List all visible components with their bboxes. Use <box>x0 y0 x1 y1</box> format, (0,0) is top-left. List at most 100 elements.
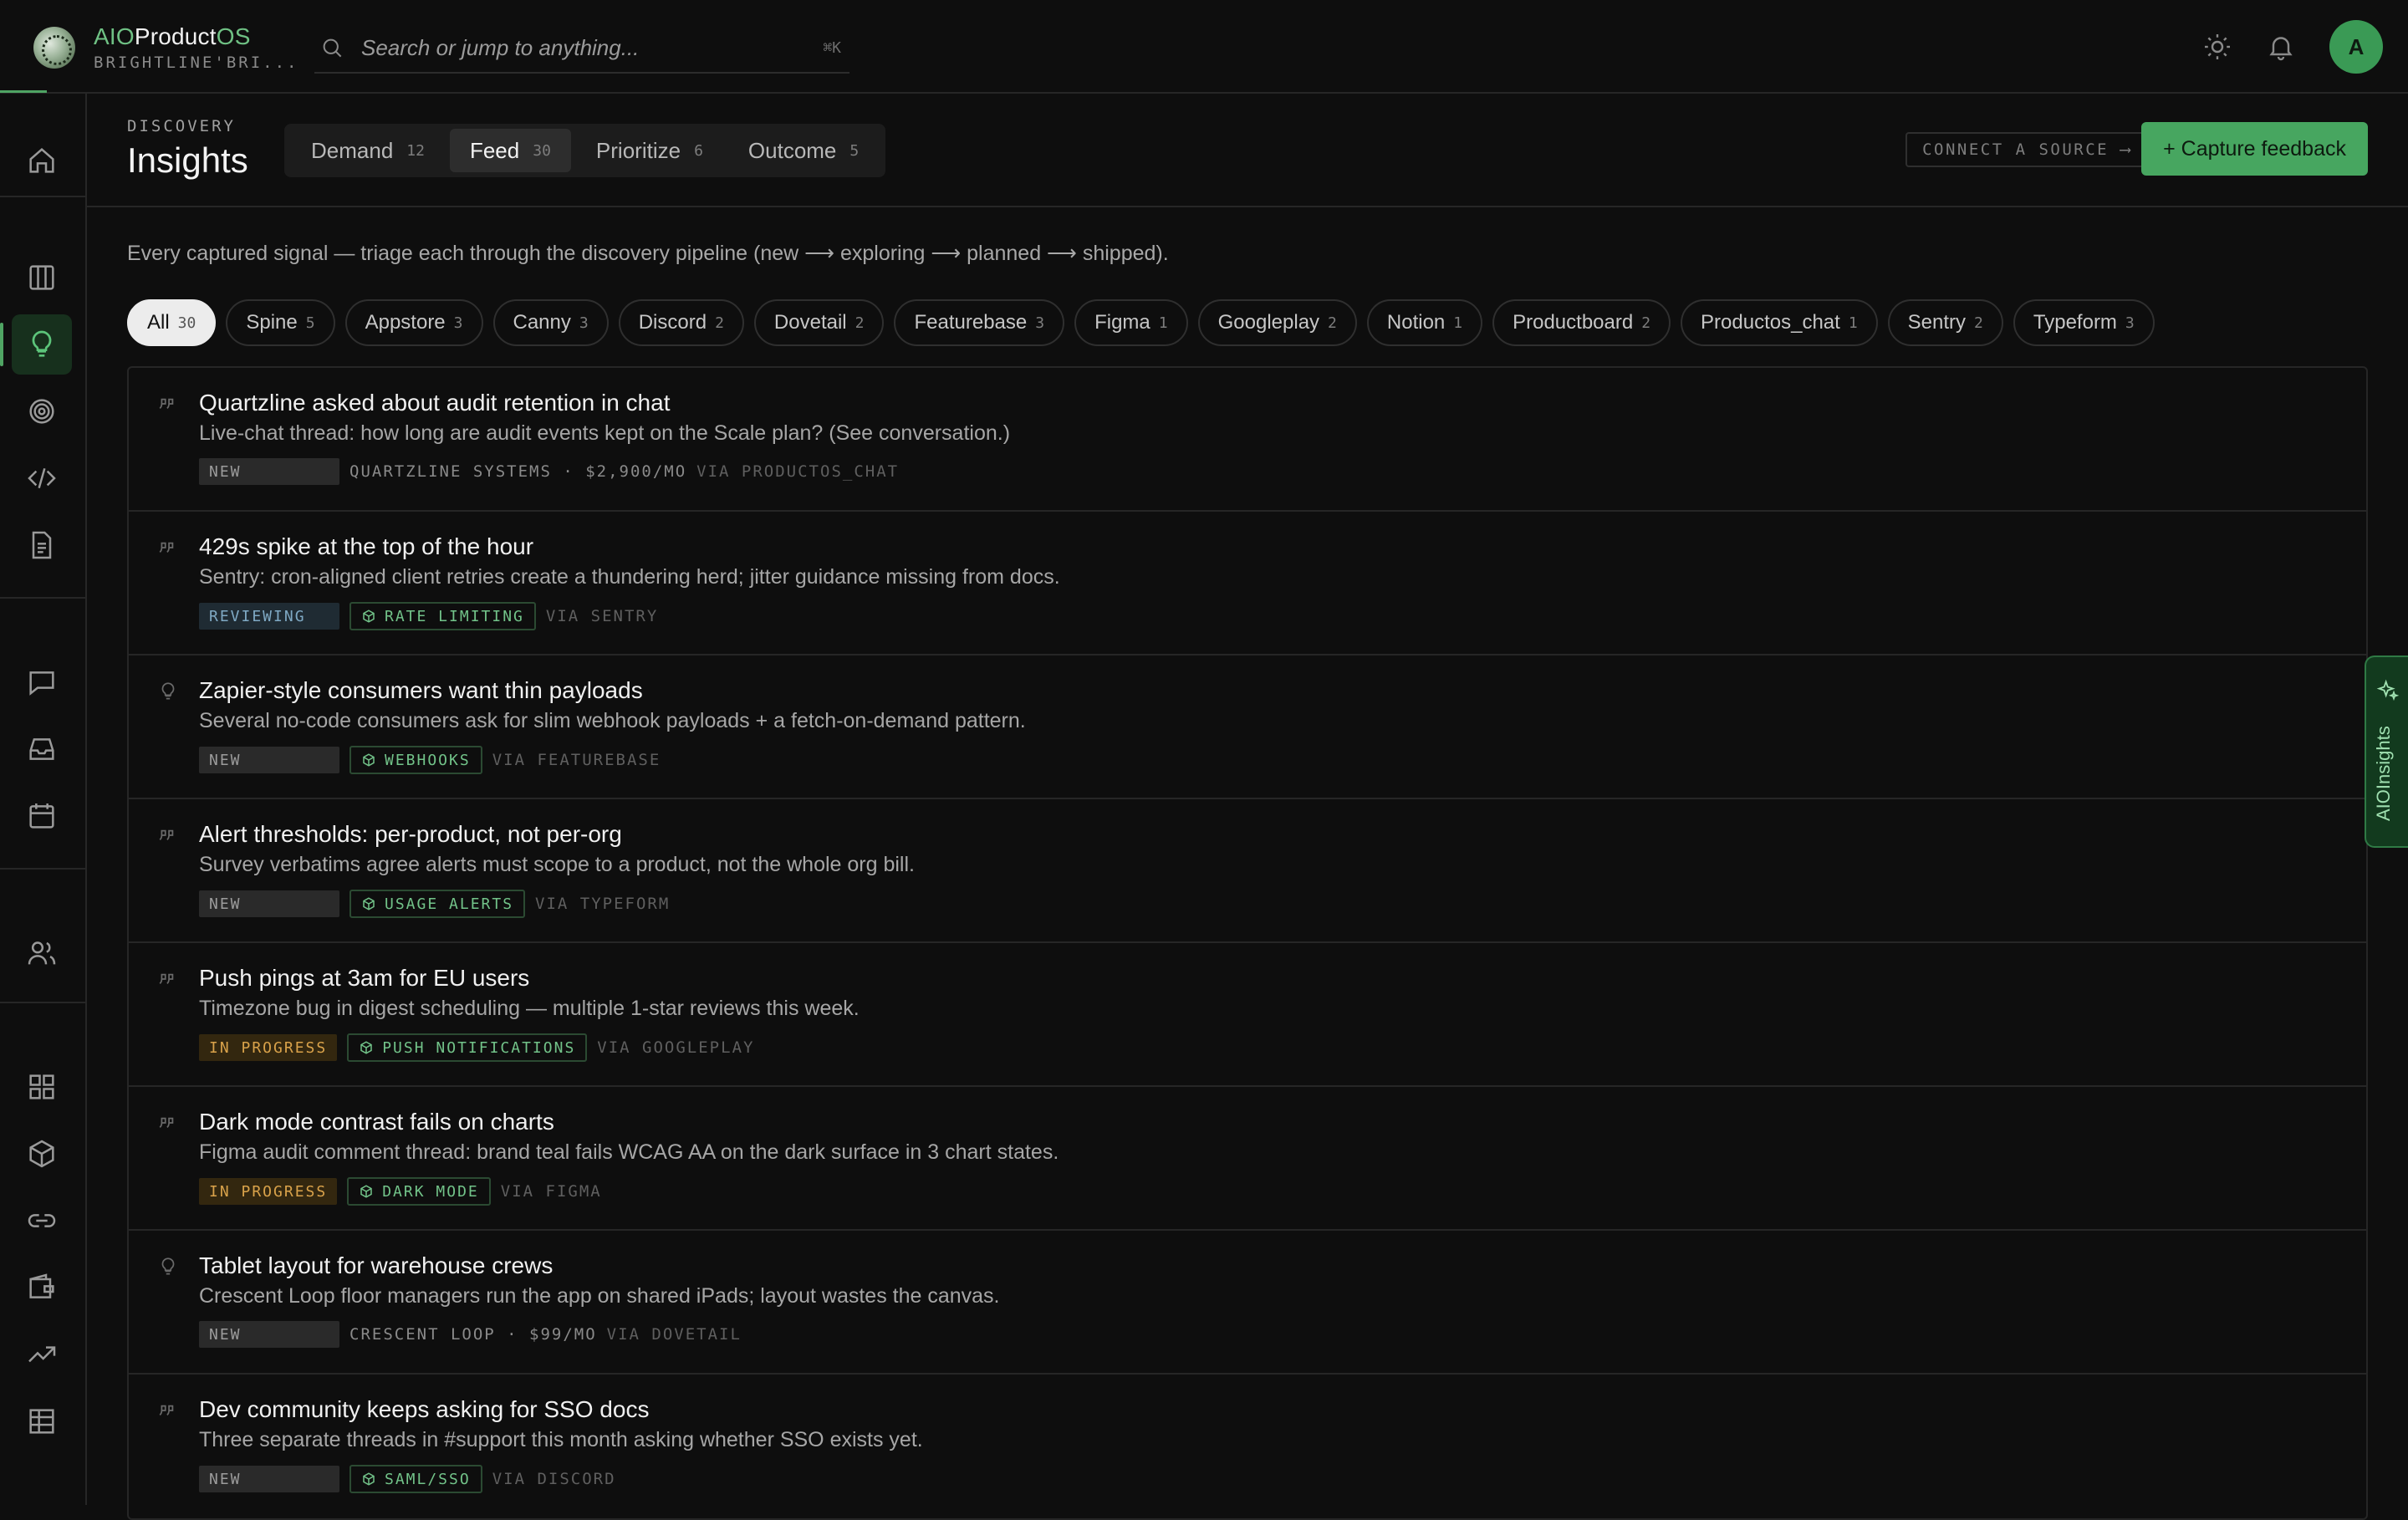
topic-tag-label: WEBHOOKS <box>385 751 471 769</box>
aioinsights-panel-tab[interactable]: AIOInsights <box>2365 655 2408 848</box>
insight-title: Tablet layout for warehouse crews <box>199 1252 554 1278</box>
status-badge[interactable]: NEW <box>199 1321 339 1348</box>
avatar[interactable]: A <box>2329 20 2383 74</box>
search-input[interactable]: Search or jump to anything... <box>361 35 639 61</box>
status-badge[interactable]: IN PROGRESS <box>199 1178 338 1205</box>
filter-chip-label: Canny <box>513 311 571 334</box>
capture-feedback-button[interactable]: + Capture feedback <box>2141 122 2368 176</box>
insight-title: Alert thresholds: per-product, not per-o… <box>199 821 622 847</box>
filter-chip-canny[interactable]: Canny 3 <box>492 299 609 346</box>
insight-row[interactable]: Quartzline asked about audit retention i… <box>129 368 2366 512</box>
filter-chip-typeform[interactable]: Typeform 3 <box>2013 299 2155 346</box>
tab-outcome[interactable]: Outcome 5 <box>728 129 879 172</box>
tab-prioritize[interactable]: Prioritize 6 <box>576 129 723 172</box>
filter-chip-figma[interactable]: Figma 1 <box>1074 299 1188 346</box>
insight-description: Crescent Loop floor managers run the app… <box>199 1284 1000 1308</box>
filter-chip-label: Featurebase <box>914 311 1028 334</box>
insight-row[interactable]: Zapier-style consumers want thin payload… <box>129 655 2366 799</box>
source-filters: All 30 Spine 5 Appstore 3 Canny 3 Discord 2 Doveta… <box>127 299 2155 346</box>
sidebar-item-people[interactable] <box>12 923 72 983</box>
lightbulb-icon <box>32 330 52 357</box>
sidebar-item-home[interactable] <box>12 130 72 191</box>
sidebar-item-calendar[interactable] <box>12 786 72 846</box>
sidebar-item-messages[interactable] <box>12 652 72 712</box>
search-bar[interactable]: Search or jump to anything... ⌘K <box>314 23 849 74</box>
sun-icon[interactable] <box>2202 32 2232 62</box>
sidebar-item-billing[interactable] <box>12 1257 72 1318</box>
insight-row[interactable]: Dev community keeps asking for SSO docs T… <box>129 1375 2366 1518</box>
topic-tag[interactable]: PUSH NOTIFICATIONS <box>347 1033 588 1062</box>
sidebar-item-board[interactable] <box>12 247 72 308</box>
sparkles-icon <box>2376 679 2400 701</box>
brand-name: AIOProductOS <box>94 23 298 50</box>
filter-chip-dovetail[interactable]: Dovetail 2 <box>753 299 885 346</box>
source-via: VIA FIGMA <box>500 1182 602 1201</box>
filter-chip-googleplay[interactable]: Googleplay 2 <box>1197 299 1357 346</box>
topic-tag[interactable]: SAML/SSO <box>349 1465 482 1493</box>
filter-chip-spine[interactable]: Spine 5 <box>226 299 335 346</box>
connect-source-button[interactable]: CONNECT A SOURCE ⟶ <box>1905 132 2149 167</box>
status-badge[interactable]: NEW <box>199 890 339 917</box>
sidebar-item-insights[interactable] <box>0 314 72 375</box>
filter-chip-notion[interactable]: Notion 1 <box>1366 299 1483 346</box>
tab-demand[interactable]: Demand 12 <box>291 129 445 172</box>
brand-prefix: AIO <box>94 23 135 49</box>
filter-chip-sentry[interactable]: Sentry 2 <box>1887 299 2003 346</box>
topic-tag[interactable]: DARK MODE <box>347 1177 491 1206</box>
status-badge[interactable]: REVIEWING <box>199 603 339 630</box>
insight-row[interactable]: Dark mode contrast fails on charts Figma … <box>129 1087 2366 1231</box>
insight-title: Push pings at 3am for EU users <box>199 965 530 991</box>
filter-chip-all[interactable]: All 30 <box>127 299 217 346</box>
filter-chip-count: 1 <box>1453 314 1463 332</box>
cube-icon <box>360 1041 372 1054</box>
workspace-name[interactable]: BRIGHTLINE'BRI... <box>94 54 298 72</box>
sidebar-item-inbox[interactable] <box>12 719 72 779</box>
filter-chip-label: Discord <box>638 311 707 334</box>
bell-icon[interactable] <box>2266 32 2296 62</box>
status-badge[interactable]: NEW <box>199 1466 339 1492</box>
insight-description: Three separate threads in #support this … <box>199 1428 923 1451</box>
source-via: VIA GOOGLEPLAY <box>597 1038 755 1057</box>
filter-chip-label: Sentry <box>1907 311 1967 334</box>
sidebar-item-products[interactable] <box>12 1124 72 1184</box>
filter-chip-label: Notion <box>1386 311 1446 334</box>
search-icon <box>323 38 342 58</box>
source-via: VIA FEATUREBASE <box>492 751 661 769</box>
status-badge[interactable]: NEW <box>199 747 339 773</box>
filter-chip-count: 3 <box>579 314 589 332</box>
lightbulb-icon <box>161 1257 175 1275</box>
topic-tag[interactable]: RATE LIMITING <box>349 602 536 630</box>
sidebar-item-integrations[interactable] <box>12 1191 72 1251</box>
filter-chip-appstore[interactable]: Appstore 3 <box>344 299 483 346</box>
quote-icon <box>159 973 174 985</box>
topic-tag-label: PUSH NOTIFICATIONS <box>382 1038 576 1057</box>
brand-text: AIOProductOS BRIGHTLINE'BRI... <box>94 23 298 72</box>
filter-chip-discord[interactable]: Discord 2 <box>618 299 744 346</box>
status-badge[interactable]: NEW <box>199 458 339 485</box>
sidebar-item-code[interactable] <box>12 448 72 508</box>
topic-tag[interactable]: USAGE ALERTS <box>349 890 526 918</box>
sidebar-item-tables[interactable] <box>12 1391 72 1451</box>
insight-row[interactable]: Alert thresholds: per-product, not per-o… <box>129 799 2366 943</box>
target-icon <box>29 399 54 424</box>
status-badge[interactable]: IN PROGRESS <box>199 1034 338 1061</box>
sidebar-divider <box>0 1002 85 1003</box>
filter-chip-count: 2 <box>1641 314 1651 332</box>
sidebar-item-docs[interactable] <box>12 515 72 575</box>
insight-row[interactable]: Tablet layout for warehouse crews Crescen… <box>129 1231 2366 1375</box>
account-info: CRESCENT LOOP · $99/MO <box>349 1325 597 1344</box>
sidebar-divider <box>0 597 85 599</box>
insight-row[interactable]: 429s spike at the top of the hour Sentry:… <box>129 512 2366 655</box>
brand-logo[interactable]: AIOProductOS BRIGHTLINE'BRI... <box>33 23 298 72</box>
filter-chip-productos_chat[interactable]: Productos_chat 1 <box>1681 299 1878 346</box>
filter-chip-productboard[interactable]: Productboard 2 <box>1492 299 1671 346</box>
filter-chip-featurebase[interactable]: Featurebase 3 <box>894 299 1065 346</box>
sidebar-item-dashboard[interactable] <box>12 1057 72 1117</box>
tab-feed[interactable]: Feed 30 <box>449 129 571 172</box>
sidebar-item-analytics[interactable] <box>12 1324 72 1385</box>
topic-tag[interactable]: WEBHOOKS <box>349 746 482 774</box>
sidebar-item-goals[interactable] <box>12 381 72 441</box>
insight-row[interactable]: Push pings at 3am for EU users Timezone b… <box>129 943 2366 1087</box>
insight-meta: IN PROGRESS PUSH NOTIFICATIONS VIA GOOGLEP… <box>199 1033 754 1062</box>
insight-meta: NEW USAGE ALERTS VIA TYPEFORM <box>199 890 670 918</box>
